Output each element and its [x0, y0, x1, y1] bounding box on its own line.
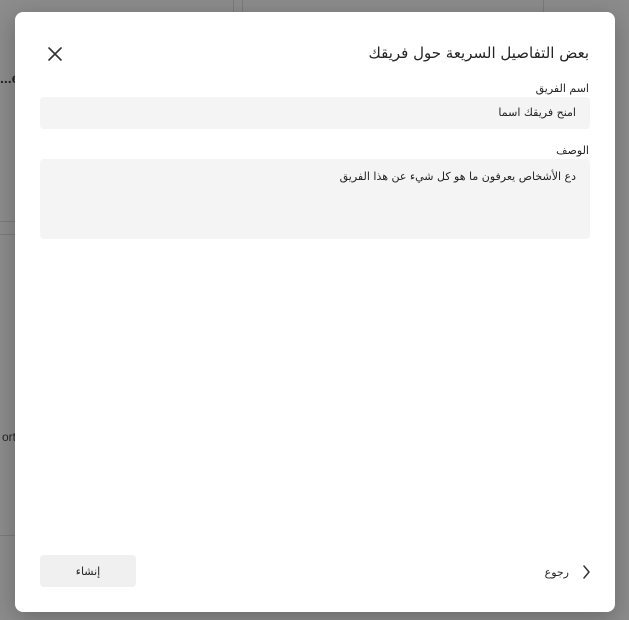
- close-icon: [48, 47, 62, 61]
- create-team-dialog: بعض التفاصيل السريعة حول فريقك اسم الفري…: [15, 12, 615, 612]
- close-button[interactable]: [43, 42, 67, 66]
- back-button[interactable]: رجوع: [545, 563, 591, 581]
- description-textarea[interactable]: دع الأشخاص يعرفون ما هو كل شيء عن هذا ال…: [40, 159, 590, 239]
- create-button[interactable]: إنشاء: [40, 555, 136, 587]
- team-name-input[interactable]: امنح فريقك اسما: [40, 97, 590, 129]
- team-name-label: اسم الفريق: [535, 82, 589, 95]
- dialog-title: بعض التفاصيل السريعة حول فريقك: [368, 44, 589, 62]
- description-label: الوصف: [556, 144, 589, 157]
- back-label: رجوع: [544, 565, 569, 579]
- chevron-left-icon: [583, 565, 590, 579]
